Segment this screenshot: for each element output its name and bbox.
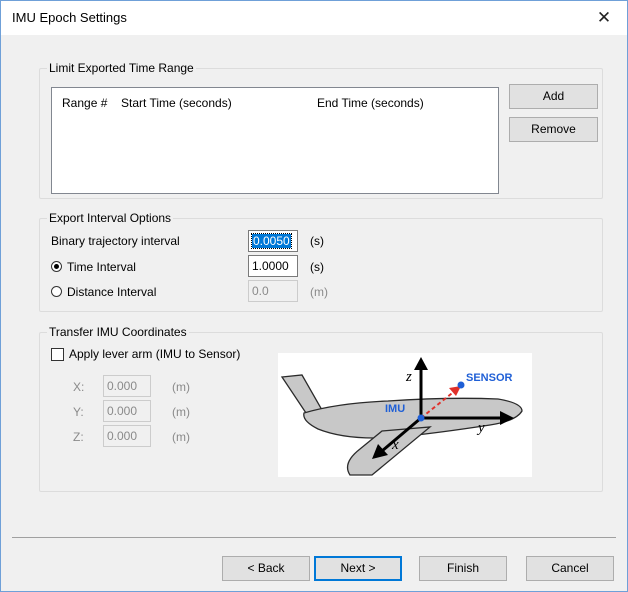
footer-separator (12, 537, 616, 538)
x-input: 0.000 (103, 375, 151, 397)
binary-interval-unit: (s) (310, 234, 324, 248)
binary-interval-input[interactable]: 0.0050 (248, 230, 298, 252)
z-input: 0.000 (103, 425, 151, 447)
close-icon: ✕ (596, 8, 612, 27)
z-label: Z: (73, 430, 84, 444)
distance-interval-input: 0.0 (248, 280, 298, 302)
remove-button[interactable]: Remove (509, 117, 598, 142)
limit-time-range-group: Limit Exported Time Range Range # Start … (39, 61, 603, 199)
finish-button[interactable]: Finish (419, 556, 507, 581)
binary-interval-value: 0.0050 (251, 233, 292, 249)
cancel-button[interactable]: Cancel (526, 556, 614, 581)
y-input: 0.000 (103, 400, 151, 422)
time-interval-unit: (s) (310, 260, 324, 274)
x-label: X: (73, 380, 85, 394)
dialog-title: IMU Epoch Settings (12, 10, 127, 25)
imu-point (417, 414, 425, 422)
radio-selected-dot (54, 264, 59, 269)
transfer-imu-group: Transfer IMU Coordinates Apply lever arm… (39, 325, 603, 492)
apply-lever-arm-label[interactable]: Apply lever arm (IMU to Sensor) (69, 347, 240, 361)
sensor-label: SENSOR (466, 372, 513, 384)
time-range-list[interactable]: Range # Start Time (seconds) End Time (s… (51, 87, 499, 194)
distance-interval-unit: (m) (310, 285, 328, 299)
add-button[interactable]: Add (509, 84, 598, 109)
time-interval-label[interactable]: Time Interval (67, 260, 136, 274)
y-unit: (m) (172, 405, 190, 419)
imu-label: IMU (385, 403, 405, 415)
z-axis-label: z (405, 369, 412, 385)
time-interval-input[interactable]: 1.0000 (248, 255, 298, 277)
z-unit: (m) (172, 430, 190, 444)
apply-lever-arm-checkbox[interactable] (51, 348, 64, 361)
column-header-range[interactable]: Range # (62, 96, 107, 110)
binary-interval-label: Binary trajectory interval (51, 234, 180, 248)
sensor-point (457, 381, 465, 389)
imu-epoch-settings-dialog: IMU Epoch Settings ✕ Limit Exported Time… (0, 0, 628, 592)
imu-sensor-diagram: z y x IMU SENSOR (278, 353, 532, 477)
y-label: Y: (73, 405, 84, 419)
distance-interval-label[interactable]: Distance Interval (67, 285, 156, 299)
column-header-end-time[interactable]: End Time (seconds) (317, 96, 424, 110)
export-interval-title: Export Interval Options (47, 211, 174, 225)
export-interval-group: Export Interval Options Binary trajector… (39, 211, 603, 312)
x-axis-label: x (391, 437, 399, 453)
title-bar: IMU Epoch Settings ✕ (1, 1, 627, 35)
x-unit: (m) (172, 380, 190, 394)
column-header-start-time[interactable]: Start Time (seconds) (121, 96, 232, 110)
back-button[interactable]: < Back (222, 556, 310, 581)
transfer-imu-title: Transfer IMU Coordinates (47, 325, 189, 339)
time-interval-radio[interactable] (51, 261, 62, 272)
y-axis-label: y (476, 420, 485, 436)
distance-interval-radio[interactable] (51, 286, 62, 297)
close-button[interactable]: ✕ (581, 1, 627, 35)
next-button[interactable]: Next > (314, 556, 402, 581)
limit-time-range-title: Limit Exported Time Range (47, 61, 196, 75)
